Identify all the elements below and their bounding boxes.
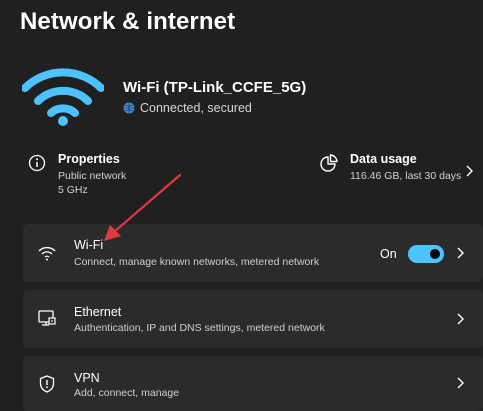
vpn-settings-card[interactable]: VPN Add, connect, manage — [23, 356, 483, 411]
connection-status: Connected, secured — [123, 101, 252, 115]
wifi-title: Wi-Fi — [74, 238, 104, 252]
properties-link[interactable]: Properties Public network 5 GHz — [28, 152, 126, 197]
wifi-toggle-label: On — [380, 247, 397, 261]
chevron-right-icon[interactable] — [455, 376, 465, 390]
info-icon — [28, 154, 46, 172]
toggle-knob — [430, 249, 440, 259]
vpn-description: Add, connect, manage — [74, 387, 180, 399]
network-type: Public network — [58, 170, 127, 182]
globe-icon — [123, 102, 135, 114]
wifi-description: Connect, manage known networks, metered … — [74, 256, 320, 268]
data-usage-value: 116.46 GB, last 30 days — [350, 170, 462, 182]
wifi-icon — [38, 246, 56, 261]
wifi-toggle[interactable] — [408, 245, 444, 263]
ethernet-description: Authentication, IP and DNS settings, met… — [74, 322, 325, 334]
network-band: 5 GHz — [58, 184, 88, 196]
properties-title: Properties — [58, 152, 120, 166]
data-usage-link[interactable]: Data usage 116.46 GB, last 30 days — [320, 152, 461, 183]
chevron-right-icon[interactable] — [455, 312, 465, 326]
wifi-hero-icon — [22, 68, 104, 126]
connection-status-text: Connected, secured — [140, 101, 252, 115]
page-title: Network & internet — [20, 8, 236, 35]
network-name: Wi-Fi (TP-Link_CCFE_5G) — [123, 79, 307, 96]
wifi-settings-card[interactable]: Wi-Fi Connect, manage known networks, me… — [23, 224, 483, 282]
ethernet-settings-card[interactable]: Ethernet Authentication, IP and DNS sett… — [23, 290, 483, 348]
ethernet-icon — [38, 310, 56, 326]
chevron-right-icon[interactable] — [464, 164, 474, 178]
vpn-title: VPN — [74, 371, 100, 385]
ethernet-title: Ethernet — [74, 305, 122, 319]
data-usage-title: Data usage — [350, 152, 417, 166]
shield-icon — [39, 375, 55, 393]
pie-chart-icon — [320, 154, 338, 172]
chevron-right-icon[interactable] — [455, 246, 465, 260]
